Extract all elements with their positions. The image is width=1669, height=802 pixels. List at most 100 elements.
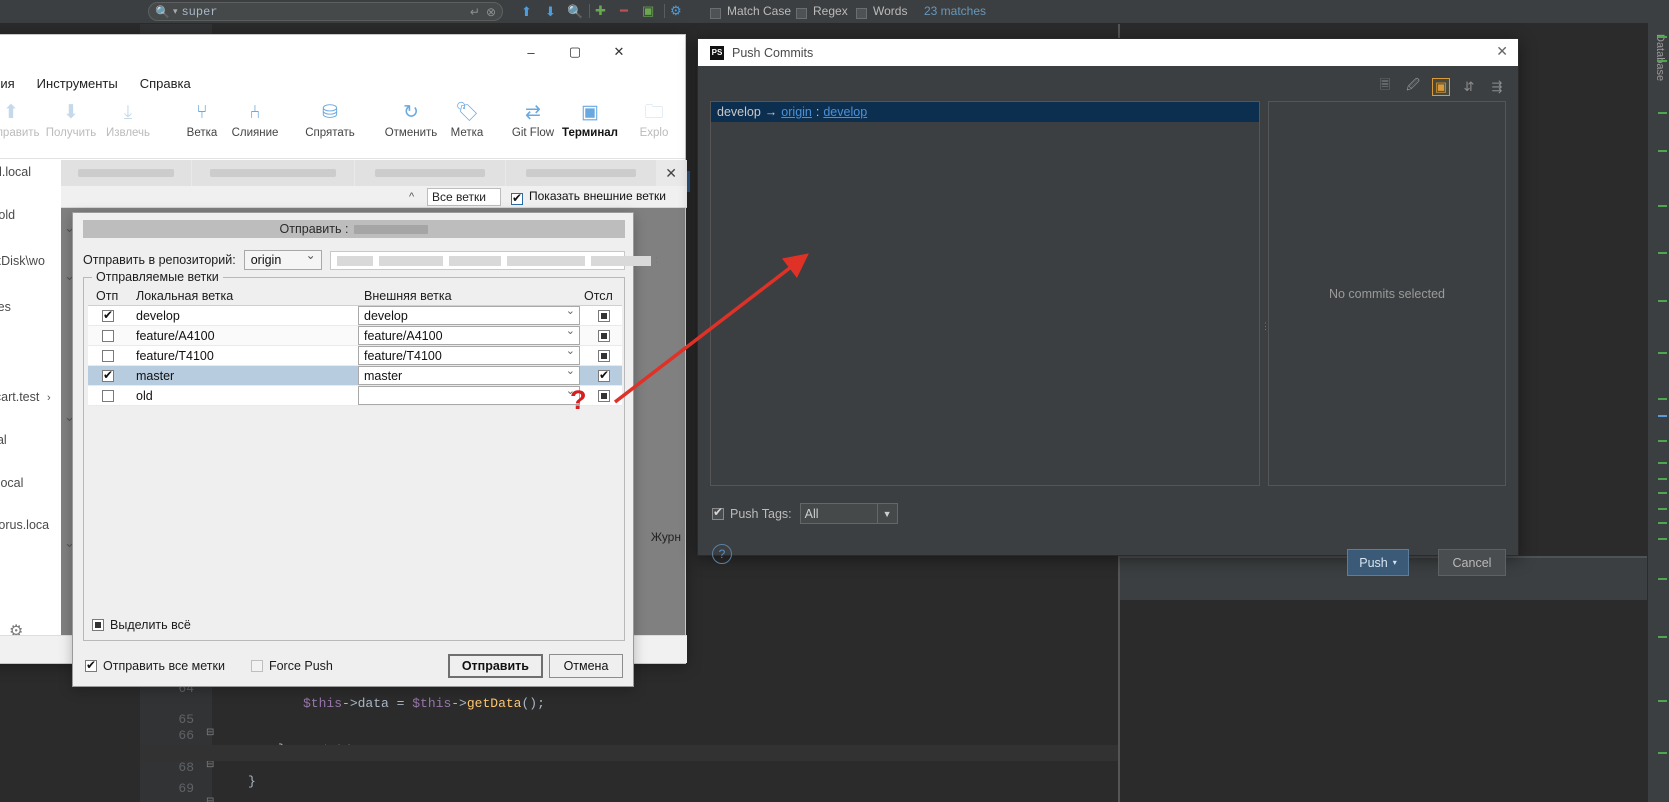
row-track-checkbox[interactable] (586, 389, 622, 402)
sidebar-item-repo-5[interactable]: encart.test (0, 390, 61, 408)
push-commits-titlebar[interactable]: PS Push Commits ✕ (698, 39, 1518, 66)
close-tab-icon[interactable]: ✕ (665, 165, 677, 182)
toolbar-button-fetch[interactable]: ⤓ Извлечь (93, 99, 163, 139)
search-input[interactable]: 🔍 ▾ super ↵ ⊗ (148, 2, 503, 21)
push-all-tags-checkbox[interactable]: Отправить все метки (85, 658, 225, 673)
row-track-checkbox[interactable] (586, 368, 622, 382)
row-send-checkbox[interactable] (88, 349, 128, 362)
push-tags-row[interactable]: Push Tags: All ▼ (712, 503, 898, 524)
sidebar-item-repo-4[interactable]: ne (0, 344, 61, 362)
minimize-button[interactable]: – (509, 35, 553, 69)
row-send-checkbox[interactable] (88, 329, 128, 342)
tab-item[interactable] (61, 160, 191, 186)
table-row[interactable]: master master (88, 364, 622, 386)
enter-icon[interactable]: ↵ (470, 5, 480, 19)
find-toolbar[interactable]: 🔍 ▾ super ↵ ⊗ ⬆ ⬇ 🔍 ✚ ━ ▣ ⚙ Match Case R… (0, 0, 1669, 23)
toolbar-button-terminal[interactable]: ▣ Терминал (555, 99, 625, 139)
row-send-checkbox[interactable] (88, 308, 128, 322)
row-remote-select[interactable] (358, 384, 580, 405)
menubar[interactable]: ствия Инструменты Справка (0, 71, 213, 95)
add-icon[interactable]: ✚ (595, 3, 606, 19)
remote-branch-link[interactable]: develop (823, 105, 867, 119)
expand-icon[interactable]: ⇵ (1460, 78, 1478, 96)
branches-table[interactable]: Отп Локальная ветка Внешняя ветка Отсл d… (88, 286, 622, 406)
row-remote-select[interactable]: master (358, 364, 580, 385)
sidebar-item-repo-1[interactable]: nd.old (0, 208, 61, 226)
collapse-all-icon[interactable]: 🗏 (1376, 77, 1394, 96)
match-case-checkbox[interactable] (710, 5, 726, 20)
table-row[interactable]: feature/T4100 feature/T4100 (88, 344, 622, 366)
menu-item-tools[interactable]: Инструменты (37, 76, 118, 91)
toolbar-button-explorer[interactable]: 🗀 Explo (619, 99, 689, 139)
tab-item[interactable] (506, 160, 656, 186)
chevron-up-icon[interactable]: ^ (409, 191, 414, 203)
table-row[interactable]: old (88, 384, 622, 406)
tab-item[interactable] (355, 160, 505, 186)
sidebar-item-repo-7[interactable]: uz.local (0, 476, 61, 494)
remote-repo-link[interactable]: origin (781, 105, 812, 119)
sidebar-item-repo-8[interactable]: entorus.loca (0, 518, 61, 536)
repository-row[interactable]: Отправить в репозиторий: origin : (83, 248, 658, 271)
words-checkbox[interactable] (856, 5, 872, 20)
regex-checkbox[interactable] (796, 5, 812, 20)
collapse-icon[interactable]: ⇶ (1488, 78, 1506, 96)
tab-bar[interactable]: ✕ (61, 160, 687, 186)
push-commits-dialog[interactable]: PS Push Commits ✕ 🗏 🖉 ▣ ⇵ ⇶ develop → or… (697, 38, 1519, 576)
tab-item[interactable] (192, 160, 354, 186)
panel-splitter[interactable]: ⋮⋮ (1261, 321, 1278, 343)
sourcetree-toolbar[interactable]: ⬆ Отправить ⬇ Получить ⤓ Извлечь ⑂ Ветка… (0, 95, 685, 159)
select-all-checkbox[interactable]: Выделить всё (92, 618, 191, 632)
sidebar-item-repo-6[interactable]: local (0, 433, 61, 451)
push-dialog[interactable]: Отправить : Отправить в репозиторий: ori… (72, 212, 658, 687)
force-push-checkbox[interactable]: Force Push (250, 659, 333, 673)
row-send-checkbox[interactable] (88, 368, 128, 382)
clear-icon[interactable]: ⊗ (486, 5, 496, 19)
repository-select[interactable]: origin (243, 248, 322, 270)
cancel-button[interactable]: Cancel (1438, 549, 1506, 576)
row-track-checkbox[interactable] (586, 349, 622, 362)
push-dialog-footer[interactable]: Отправить все метки Force Push Отправить… (73, 646, 635, 686)
close-button[interactable]: ✕ (597, 35, 641, 69)
repository-url-field[interactable]: : (329, 250, 658, 270)
select-all-icon[interactable]: ▣ (642, 3, 654, 19)
push-tags-select[interactable]: All ▼ (799, 503, 898, 524)
table-row[interactable]: feature/A4100 feature/A4100 (88, 324, 622, 346)
toolbar-button-merge[interactable]: ⑃ Слияние (220, 99, 290, 139)
help-icon[interactable]: ? (712, 544, 732, 564)
chevron-right-icon[interactable]: › (47, 392, 51, 404)
chevron-down-icon[interactable]: ▾ (173, 6, 178, 17)
push-button[interactable]: Push ▾ (1347, 549, 1409, 576)
push-commits-toolbar[interactable]: 🗏 🖉 ▣ ⇵ ⇶ (1376, 77, 1506, 96)
push-confirm-button[interactable]: Отправить (447, 654, 543, 678)
commit-list[interactable]: develop → origin : develop (710, 101, 1260, 486)
toolbar-button-tag[interactable]: 🏷 Метка (432, 99, 502, 139)
table-row[interactable]: develop develop (88, 304, 622, 326)
show-remote-checkbox[interactable] (511, 190, 523, 205)
menu-item-actions[interactable]: ствия (0, 76, 15, 91)
push-cancel-button[interactable]: Отмена (549, 654, 623, 678)
group-icon[interactable]: ▣ (1432, 78, 1450, 96)
sidebar-item-repo-0[interactable]: ond.local (0, 165, 61, 183)
edit-icon[interactable]: 🖉 (1404, 77, 1422, 96)
find-next-icon[interactable]: ⬇ (545, 4, 556, 20)
push-target-row[interactable]: develop → origin : develop (711, 102, 1259, 122)
remove-icon[interactable]: ━ (620, 3, 628, 19)
row-remote-select[interactable]: feature/T4100 (358, 344, 580, 365)
right-rail-label[interactable]: Database (1654, 34, 1666, 81)
push-tags-checkbox[interactable] (712, 505, 724, 520)
branch-filter-bar[interactable]: ^ Все ветки Показать внешние ветки (61, 186, 687, 208)
repository-sidebar[interactable]: ond.local nd.old dexDisk\wo types ne enc… (0, 160, 61, 663)
row-track-checkbox[interactable] (586, 329, 622, 342)
row-remote-select[interactable]: develop (358, 304, 580, 325)
sidebar-item-repo-2[interactable]: dexDisk\wo (0, 254, 61, 272)
close-icon[interactable]: ✕ (1496, 43, 1508, 60)
branch-filter-select[interactable]: Все ветки (427, 188, 501, 206)
sourcetree-titlebar[interactable]: – ▢ ✕ (0, 35, 685, 69)
maximize-button[interactable]: ▢ (553, 35, 597, 69)
sidebar-item-repo-3[interactable]: types (0, 300, 61, 318)
row-remote-select[interactable]: feature/A4100 (358, 324, 580, 345)
menu-item-help[interactable]: Справка (140, 76, 191, 91)
find-all-icon[interactable]: 🔍 (567, 4, 583, 20)
row-send-checkbox[interactable] (88, 389, 128, 402)
row-track-checkbox[interactable] (586, 309, 622, 322)
